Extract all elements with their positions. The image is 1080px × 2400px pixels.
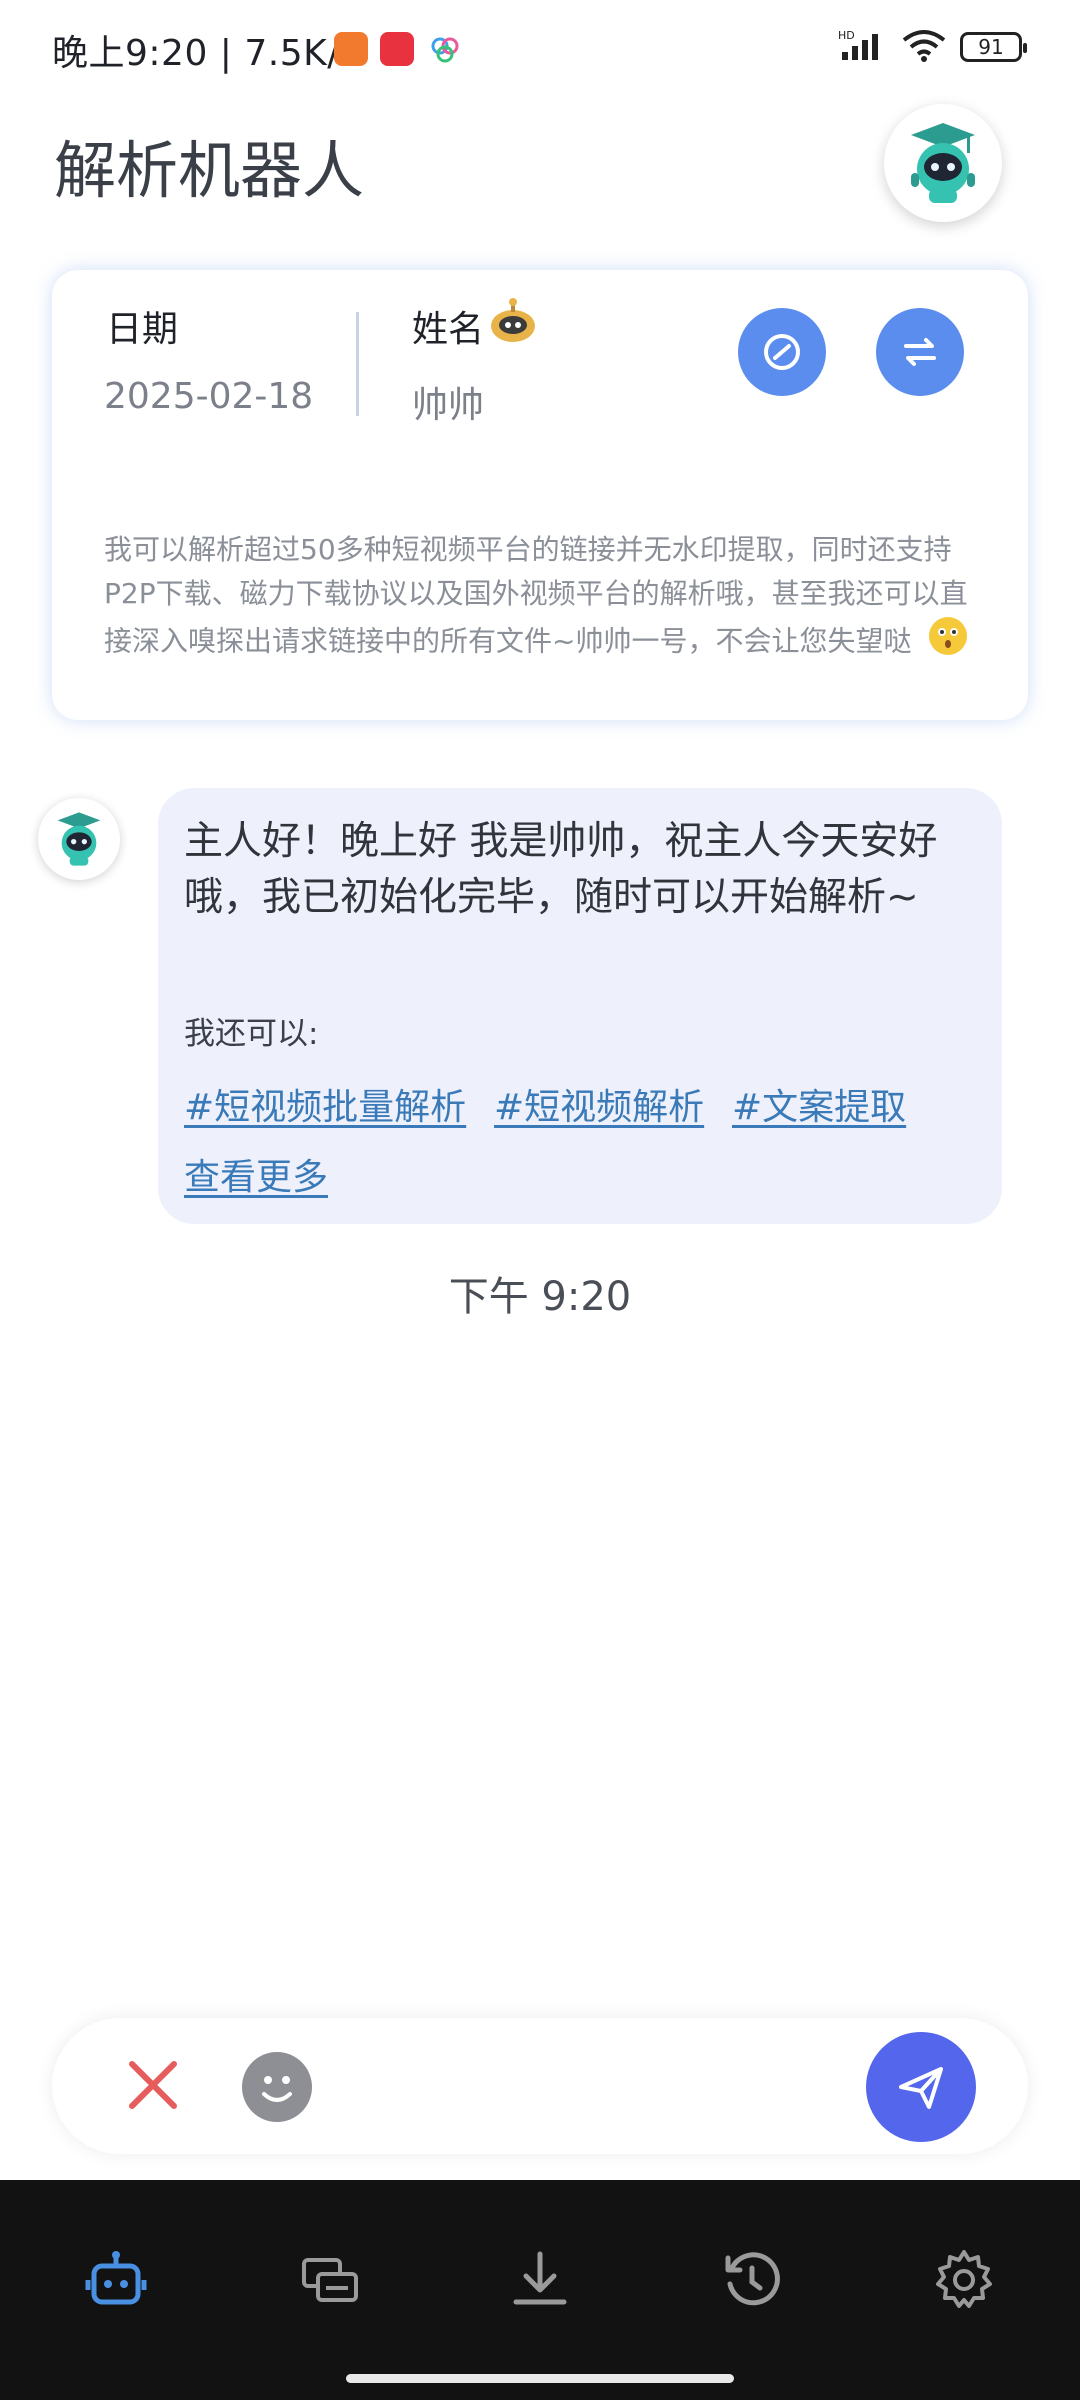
wifi-icon	[902, 28, 946, 66]
signal-icon: HD	[838, 28, 888, 66]
xiaohongshu-icon	[380, 32, 414, 66]
nav-settings[interactable]	[924, 2240, 1004, 2320]
download-icon	[513, 2251, 567, 2305]
card-description: 我可以解析超过50多种短视频平台的链接并无水印提取，同时还支持P2P下载、磁力下…	[104, 528, 984, 669]
robot-icon	[85, 2251, 147, 2305]
battery-icon: 91	[960, 32, 1027, 62]
edit-icon	[764, 334, 800, 370]
nav-robot[interactable]	[76, 2240, 156, 2320]
name-label: 姓名	[412, 309, 485, 350]
also-can-label: 我还可以:	[184, 1016, 319, 1052]
settings-icon	[936, 2250, 992, 2308]
emoji-button[interactable]	[242, 2052, 312, 2122]
cloud-app-icon	[428, 32, 462, 66]
battery-level: 91	[978, 35, 1004, 59]
status-time: 晚上9:20 | 7.5K/s	[52, 33, 360, 74]
cards-icon	[302, 2258, 358, 2302]
robot-mascot-icon	[57, 812, 101, 866]
home-indicator[interactable]	[346, 2374, 734, 2383]
input-bar	[52, 2018, 1028, 2154]
chat-avatar	[38, 798, 120, 880]
edit-button[interactable]	[738, 308, 826, 396]
description-text: 我可以解析超过50多种短视频平台的链接并无水印提取，同时还支持P2P下载、磁力下…	[104, 533, 968, 658]
send-button[interactable]	[866, 2032, 976, 2142]
robot-avatar[interactable]	[884, 104, 1002, 222]
tag-video-parse[interactable]: #短视频解析	[494, 1078, 704, 1130]
taobao-icon	[334, 32, 368, 66]
info-card: 日期 2025-02-18 姓名 帅帅 我可以解析超过50多种短视频平台的链接并…	[52, 270, 1028, 720]
chat-bubble: 主人好！晚上好 我是帅帅，祝主人今天安好哦，我已初始化完毕，随时可以开始解析~ …	[158, 788, 1002, 1224]
close-icon	[129, 2061, 177, 2109]
greeting-message: 主人好！晚上好 我是帅帅，祝主人今天安好哦，我已初始化完毕，随时可以开始解析~	[184, 819, 938, 920]
history-icon	[725, 2252, 780, 2306]
message-time: 下午 9:20	[448, 1274, 632, 1320]
name-value: 帅帅	[412, 385, 485, 426]
nav-download[interactable]	[500, 2240, 580, 2320]
card-divider	[356, 312, 359, 416]
see-more-link[interactable]: 查看更多	[184, 1148, 328, 1200]
switch-button[interactable]	[876, 308, 964, 396]
nav-history[interactable]	[712, 2240, 792, 2320]
nav-cards[interactable]	[290, 2240, 370, 2320]
status-bar: 晚上9:20 | 7.5K/s HD 91	[0, 0, 1080, 100]
bottom-nav	[0, 2180, 1080, 2400]
robot-mascot-icon	[911, 123, 975, 203]
surprised-emoji-icon	[928, 616, 968, 669]
page-title: 解析机器人	[54, 134, 365, 207]
swap-icon	[904, 338, 936, 366]
date-label: 日期	[106, 309, 179, 350]
robot-emoji-icon	[488, 298, 538, 348]
tag-copy-extract[interactable]: #文案提取	[732, 1078, 906, 1130]
tag-batch-parse[interactable]: #短视频批量解析	[184, 1078, 466, 1130]
network-label: HD	[838, 29, 855, 42]
date-value: 2025-02-18	[104, 376, 314, 417]
clear-button[interactable]	[124, 2056, 182, 2114]
send-icon	[899, 2067, 943, 2109]
smile-icon	[262, 2076, 292, 2102]
